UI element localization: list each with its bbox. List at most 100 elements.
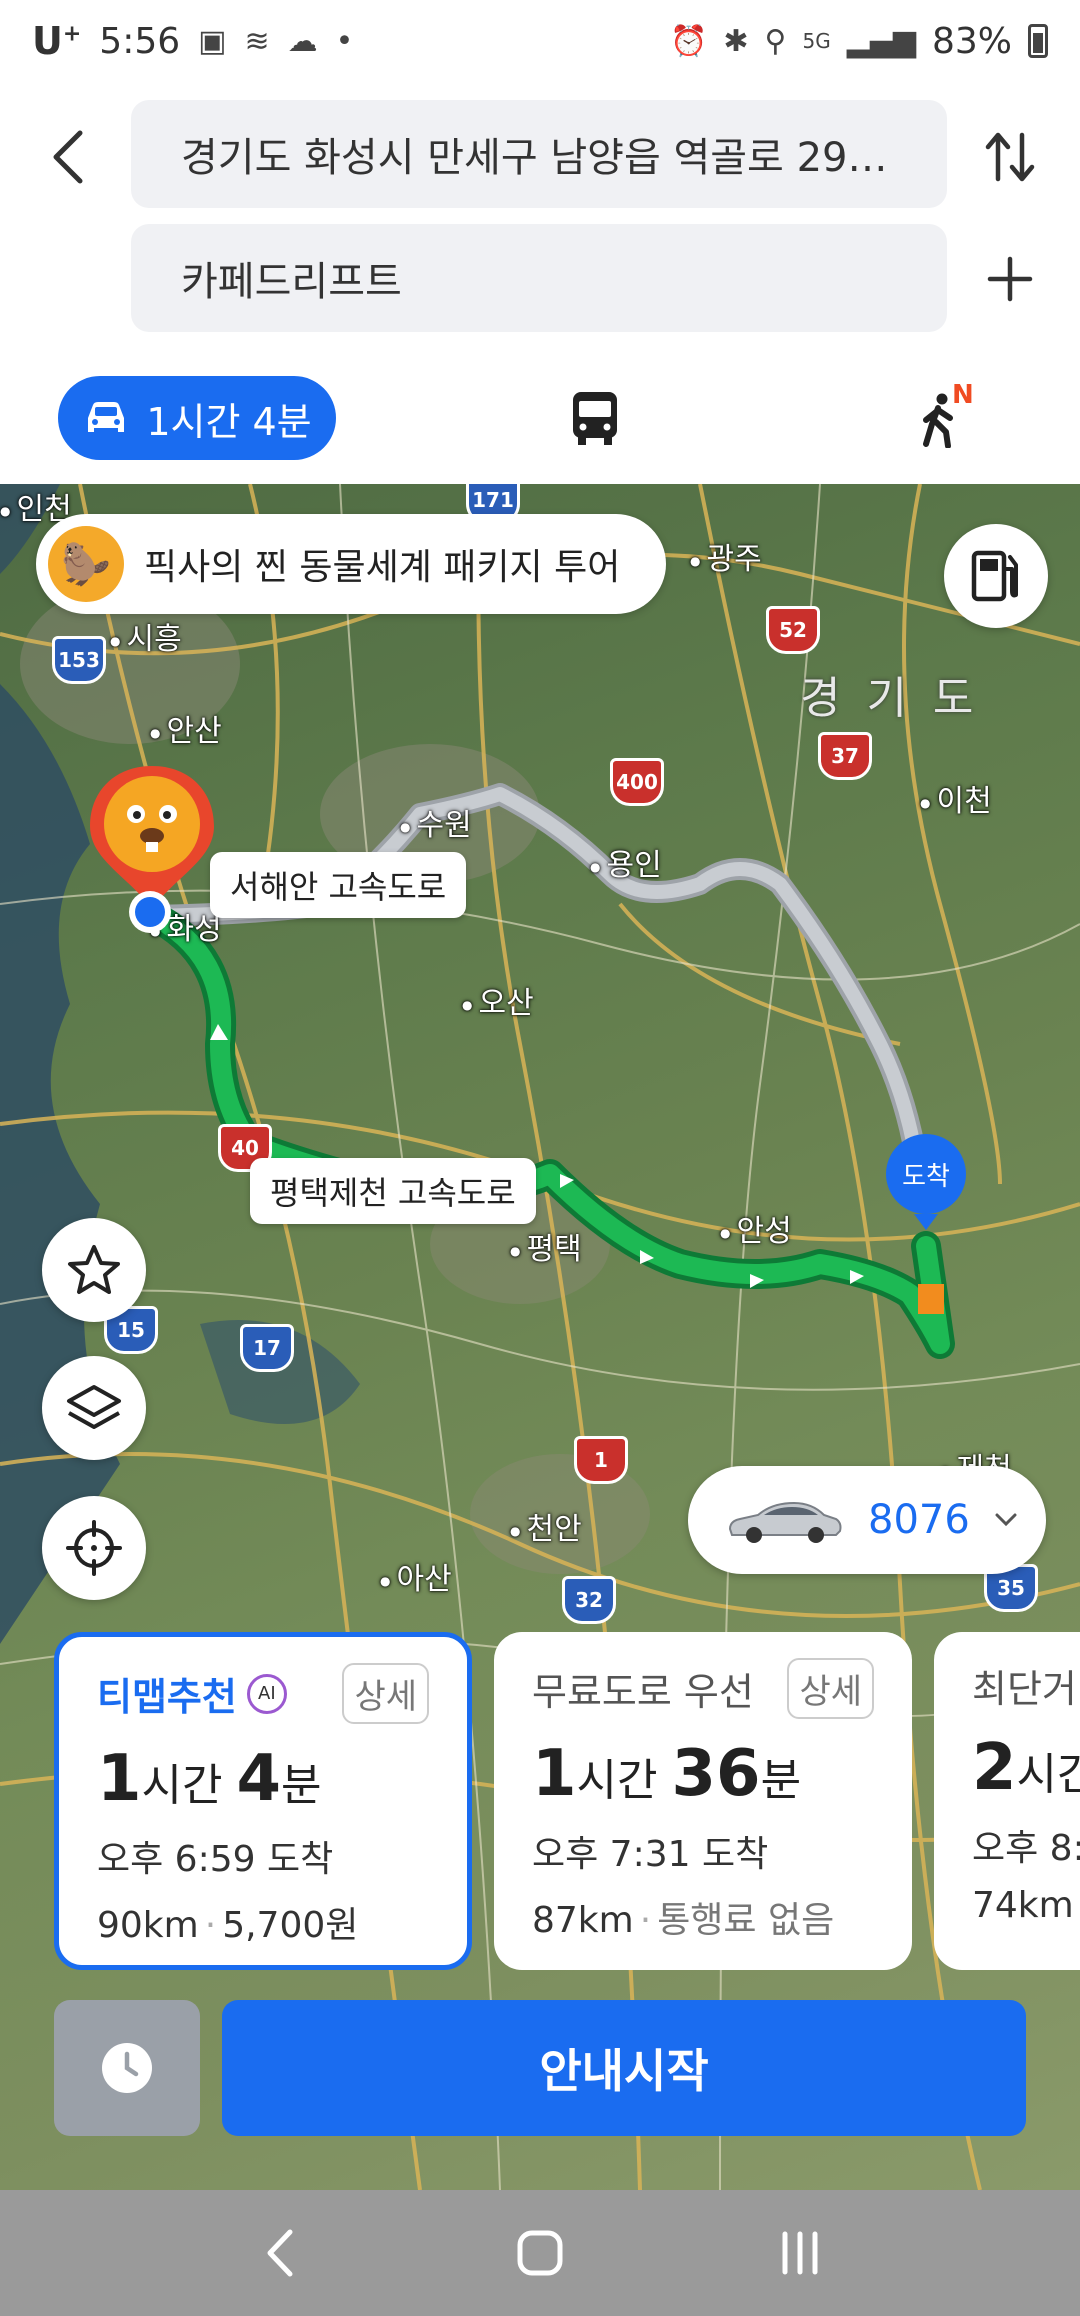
route-duration: 2시간 xyxy=(972,1731,1080,1805)
star-icon xyxy=(68,1245,120,1294)
route-title: 무료도로 우선 xyxy=(532,1670,754,1714)
route-card-recommended[interactable]: 티맵추천 AI 상세 1시간 4분 오후 6:59 도착 90km · 5,700원 xyxy=(54,1632,472,1970)
bluetooth-icon: ✱ xyxy=(723,23,749,59)
sync-icon: ≋ xyxy=(244,23,270,59)
back-button[interactable] xyxy=(38,122,98,192)
vehicle-selector[interactable]: 8076 xyxy=(688,1466,1046,1574)
region-label: 경 기 도 xyxy=(800,673,980,724)
layers-icon xyxy=(67,1385,121,1429)
city-label: 아산 xyxy=(380,1554,451,1598)
detail-button[interactable]: 상세 xyxy=(787,1658,874,1719)
bus-icon xyxy=(573,392,617,445)
city-label: 수원 xyxy=(400,800,471,844)
route-duration: 1시간 36분 xyxy=(532,1737,802,1811)
current-location-dot xyxy=(129,891,171,933)
promo-text: 픽사의 찐 동물세계 패키지 투어 xyxy=(144,547,621,588)
highway-shield: 37 xyxy=(818,732,872,780)
clock-icon xyxy=(102,2043,152,2093)
sedan-car-icon xyxy=(728,1501,842,1543)
city-label: 평택 xyxy=(510,1224,581,1268)
vehicle-number: 8076 xyxy=(868,1497,970,1543)
route-meta: 74km xyxy=(972,1885,1074,1926)
city-label: 안산 xyxy=(150,706,221,750)
highway-shield: 52 xyxy=(766,606,820,654)
route-meta: 87km · 통행료 없음 xyxy=(532,1900,835,1941)
chevron-left-icon xyxy=(267,2229,293,2277)
detail-button[interactable]: 상세 xyxy=(342,1663,429,1724)
ai-badge-icon: AI xyxy=(246,1673,287,1714)
swap-button[interactable] xyxy=(980,122,1040,192)
road-label-west-coast: 서해안 고속도로 xyxy=(210,852,467,918)
city-label: 광주 xyxy=(690,534,761,578)
crosshair-icon xyxy=(66,1520,122,1576)
battery-icon xyxy=(1028,24,1048,58)
status-time: 5:56 xyxy=(99,20,181,62)
car-icon xyxy=(88,402,125,432)
recenter-button[interactable] xyxy=(42,1496,146,1600)
tab-car[interactable]: 1시간 4분 xyxy=(58,376,336,460)
swap-arrows-icon xyxy=(985,132,1035,182)
road-label-pyeongtaek-jecheon: 평택제천 고속도로 xyxy=(250,1158,536,1224)
route-arrival: 오후 6:59 도착 xyxy=(97,1839,334,1880)
transport-mode-tabs: 1시간 4분 N xyxy=(0,352,1080,484)
bottom-actions: 안내시작 xyxy=(0,1996,1080,2136)
layers-button[interactable] xyxy=(42,1356,146,1460)
system-nav-bar xyxy=(0,2190,1080,2316)
favorite-button[interactable] xyxy=(42,1218,146,1322)
location-icon: ⚲ xyxy=(764,23,787,59)
route-title: 티맵추천 xyxy=(97,1675,237,1719)
dot-icon: • xyxy=(335,23,354,59)
route-title: 최단거 xyxy=(972,1667,1077,1711)
chevron-down-icon xyxy=(995,1513,1017,1527)
new-badge: N xyxy=(952,380,974,410)
battery-percent: 83% xyxy=(931,20,1012,62)
cloud-icon: ☁ xyxy=(287,23,318,59)
fuel-station-button[interactable] xyxy=(944,524,1048,628)
signal-icon: ▂▄▆ xyxy=(846,23,916,59)
highway-shield: 32 xyxy=(562,1576,616,1624)
route-arrival: 오후 8: xyxy=(972,1828,1080,1869)
departure-time-button[interactable] xyxy=(54,2000,200,2136)
city-label: 이천 xyxy=(920,776,991,820)
city-label: 천안 xyxy=(510,1504,581,1548)
alarm-icon: ⏰ xyxy=(670,23,708,59)
route-arrival: 오후 7:31 도착 xyxy=(532,1834,769,1875)
highway-shield: 153 xyxy=(52,636,106,684)
nav-home-button[interactable] xyxy=(500,2213,580,2293)
city-label: 용인 xyxy=(590,840,661,884)
route-meta: 90km · 5,700원 xyxy=(97,1905,359,1946)
network-icon: 5G xyxy=(802,29,831,53)
route-search-panel: 경기도 화성시 만세구 남양읍 역골로 29… 카페드리프트 xyxy=(0,82,1080,352)
promo-banner[interactable]: 🦫 픽사의 찐 동물세계 패키지 투어 xyxy=(36,514,666,614)
tab-transit[interactable] xyxy=(560,382,630,454)
add-waypoint-button[interactable] xyxy=(980,244,1040,314)
tab-walk[interactable]: N xyxy=(900,380,980,460)
recents-icon xyxy=(782,2231,818,2275)
pin-tail-icon xyxy=(914,1214,938,1230)
fuel-pump-icon xyxy=(971,550,1018,602)
arrival-marker[interactable]: 도착 xyxy=(886,1134,966,1230)
highway-shield: 1 xyxy=(574,1436,628,1484)
city-label: 오산 xyxy=(462,978,533,1022)
city-label: 안성 xyxy=(720,1206,791,1250)
status-bar: U+ 5:56 ▣ ≋ ☁ • ⏰ ✱ ⚲ 5G ▂▄▆ 83% xyxy=(0,0,1080,82)
home-square-icon xyxy=(517,2230,563,2276)
nav-back-button[interactable] xyxy=(240,2213,320,2293)
highway-shield: 17 xyxy=(240,1324,294,1372)
chevron-left-icon xyxy=(53,130,83,184)
city-label: 시흥 xyxy=(110,614,181,658)
car-duration: 1시간 4분 xyxy=(146,399,312,444)
gallery-icon: ▣ xyxy=(198,23,227,59)
start-navigation-button[interactable]: 안내시작 xyxy=(222,2000,1026,2136)
destination-field[interactable]: 카페드리프트 xyxy=(131,224,947,332)
route-card-free-road[interactable]: 무료도로 우선 상세 1시간 36분 오후 7:31 도착 87km · 통행료 없… xyxy=(494,1632,912,1970)
route-card-shortest[interactable]: 최단거 2시간 오후 8: 74km xyxy=(934,1632,1080,1970)
origin-field[interactable]: 경기도 화성시 만세구 남양읍 역골로 29… xyxy=(131,100,947,208)
plus-icon xyxy=(987,256,1033,302)
carrier-label: U+ xyxy=(32,19,82,63)
arrival-label: 도착 xyxy=(886,1134,966,1214)
highway-shield: 400 xyxy=(610,758,664,806)
route-duration: 1시간 4분 xyxy=(97,1742,322,1816)
nav-recents-button[interactable] xyxy=(760,2213,840,2293)
beaver-character-icon: 🦫 xyxy=(48,526,124,602)
